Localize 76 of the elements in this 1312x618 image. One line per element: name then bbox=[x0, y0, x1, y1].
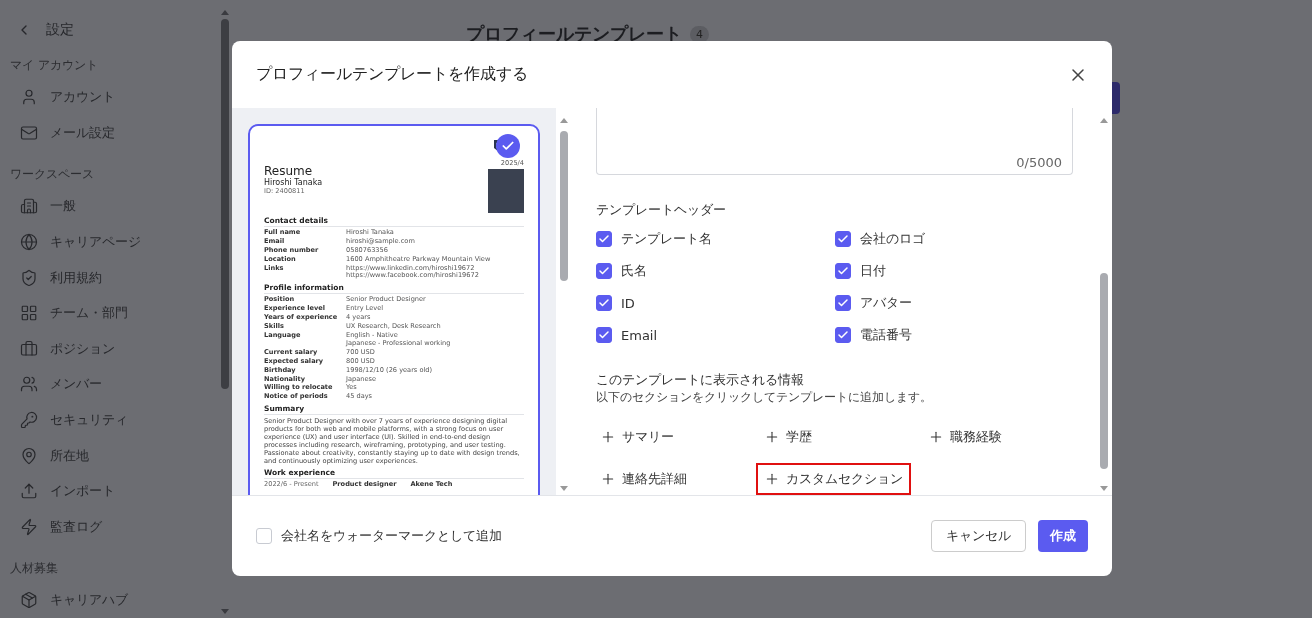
briefcase-icon bbox=[20, 339, 38, 358]
checkbox[interactable] bbox=[596, 263, 612, 279]
sidebar-item[interactable]: キャリアハブ bbox=[10, 582, 220, 618]
check-icon bbox=[598, 265, 610, 277]
check-icon bbox=[837, 233, 849, 245]
sidebar-item[interactable]: セキュリティ bbox=[10, 402, 220, 438]
selected-check-icon bbox=[496, 134, 520, 158]
checkbox-label: 会社のロゴ bbox=[860, 230, 925, 248]
check-icon bbox=[598, 297, 610, 309]
resume-title: Resume bbox=[264, 164, 314, 178]
lightning-icon bbox=[20, 517, 38, 536]
checkbox-label: アバター bbox=[860, 294, 912, 312]
grid-icon bbox=[20, 304, 38, 323]
section-label: テンプレートヘッダー bbox=[596, 201, 727, 219]
cancel-button[interactable]: キャンセル bbox=[931, 520, 1026, 552]
user-icon bbox=[20, 88, 38, 107]
checkbox[interactable] bbox=[835, 295, 851, 311]
check-icon bbox=[598, 233, 610, 245]
sidebar-item[interactable]: アカウント bbox=[10, 79, 220, 116]
checkbox-label: 氏名 bbox=[621, 262, 647, 280]
checkbox[interactable] bbox=[596, 295, 612, 311]
scroll-down-icon[interactable] bbox=[221, 609, 229, 614]
plus-icon bbox=[764, 471, 780, 487]
plus-icon bbox=[764, 429, 780, 445]
scroll-up-icon[interactable] bbox=[1100, 118, 1108, 123]
sidebar-item[interactable]: ポジション bbox=[10, 330, 220, 367]
create-button[interactable]: 作成 bbox=[1038, 520, 1088, 552]
upload-icon bbox=[20, 482, 38, 501]
resume-name: Hiroshi Tanaka bbox=[264, 178, 323, 188]
shield-icon bbox=[20, 268, 38, 287]
checkbox-label: ID bbox=[621, 295, 635, 311]
resume-preview-card[interactable] bbox=[248, 124, 540, 495]
checkbox[interactable] bbox=[596, 327, 612, 343]
photo-placeholder bbox=[488, 168, 524, 213]
check-icon bbox=[837, 265, 849, 277]
section-label: このテンプレートに表示される情報 bbox=[596, 371, 805, 389]
checkbox-label: 日付 bbox=[860, 262, 886, 280]
scrollbar-thumb[interactable] bbox=[221, 19, 229, 389]
dialog-title: プロフィールテンプレートを作成する bbox=[256, 64, 528, 85]
sidebar-heading: ワークスペース bbox=[10, 167, 94, 183]
scrollbar-thumb[interactable] bbox=[560, 131, 568, 281]
scrollbar-thumb[interactable] bbox=[1100, 273, 1108, 469]
checkbox[interactable] bbox=[835, 231, 851, 247]
scroll-up-icon[interactable] bbox=[560, 118, 568, 123]
back-link[interactable]: 設定 bbox=[46, 21, 74, 39]
add-section-button[interactable]: カスタムセクション bbox=[756, 463, 911, 495]
scroll-up-icon[interactable] bbox=[221, 10, 229, 15]
checkbox-label: テンプレート名 bbox=[621, 230, 712, 248]
checkbox[interactable] bbox=[596, 231, 612, 247]
plus-icon bbox=[928, 429, 944, 445]
sidebar-heading: 人材募集 bbox=[10, 560, 58, 576]
check-icon bbox=[837, 329, 849, 341]
check-icon bbox=[837, 297, 849, 309]
globe-icon bbox=[20, 232, 38, 251]
mail-icon bbox=[20, 123, 38, 142]
checkbox[interactable] bbox=[835, 327, 851, 343]
check-icon bbox=[598, 329, 610, 341]
checkbox-label: 電話番号 bbox=[860, 326, 912, 344]
building-icon bbox=[20, 197, 38, 216]
character-counter: 0/5000 bbox=[1016, 155, 1062, 170]
users-icon bbox=[20, 375, 38, 394]
scroll-down-icon[interactable] bbox=[1100, 486, 1108, 491]
checkbox[interactable] bbox=[835, 263, 851, 279]
sidebar-item[interactable]: 監査ログ bbox=[10, 508, 220, 545]
plus-icon bbox=[600, 471, 616, 487]
sidebar-item[interactable]: 利用規約 bbox=[10, 259, 220, 296]
section-hint: 以下のセクションをクリックしてテンプレートに追加します。 bbox=[596, 390, 933, 405]
scroll-down-icon[interactable] bbox=[560, 486, 568, 491]
box-icon bbox=[20, 591, 38, 610]
description-field[interactable]: 0/5000 bbox=[596, 108, 1073, 175]
key-icon bbox=[20, 410, 38, 429]
plus-icon bbox=[600, 429, 616, 445]
sidebar-item[interactable]: 所在地 bbox=[10, 437, 220, 474]
location-pin-icon bbox=[20, 446, 38, 465]
checkbox-label: Email bbox=[621, 327, 658, 343]
checkbox-label: 会社名をウォーターマークとして追加 bbox=[281, 527, 502, 545]
